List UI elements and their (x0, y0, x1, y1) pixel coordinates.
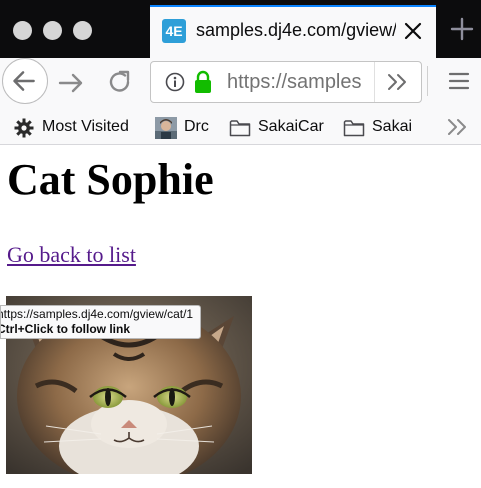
folder-icon (229, 120, 251, 137)
navigation-toolbar: https://samples (0, 58, 481, 110)
info-icon[interactable] (165, 72, 185, 92)
page-title: Cat Sophie (7, 155, 214, 204)
hamburger-menu-icon[interactable] (448, 70, 470, 92)
back-arrow-icon (13, 71, 35, 91)
forward-arrow-icon[interactable] (56, 68, 86, 98)
bookmark-folder-sakai[interactable]: Sakai (343, 117, 418, 139)
bookmark-label: Drc (184, 118, 209, 135)
site-favicon-icon: 4E (162, 19, 186, 43)
bookmark-label: Most Visited (42, 118, 129, 135)
bookmarks-bar: Most Visited Drc SakaiCar Sakai (0, 110, 481, 145)
toolbar-overflow-icon[interactable] (386, 72, 410, 92)
window-close-dot[interactable] (13, 21, 32, 40)
tooltip-hint: Ctrl+Click to follow link (0, 322, 131, 336)
tooltip-url: https://samples.dj4e.com/gview/cat/1 (0, 307, 194, 321)
tab-strip: 4E samples.dj4e.com/gview/c (0, 0, 481, 58)
url-text: https://samples (227, 71, 362, 93)
url-bar[interactable]: https://samples (150, 61, 422, 103)
active-tab[interactable]: 4E samples.dj4e.com/gview/c (150, 5, 436, 58)
url-divider (374, 62, 375, 102)
back-to-list-link[interactable]: Go back to list (7, 242, 136, 268)
bookmark-folder-sakaicar[interactable]: SakaiCar (229, 117, 329, 139)
window-minimize-dot[interactable] (43, 21, 62, 40)
folder-icon (343, 120, 365, 137)
bookmark-drc[interactable]: Drc (155, 117, 215, 139)
window-zoom-dot[interactable] (73, 21, 92, 40)
link-tooltip: https://samples.dj4e.com/gview/cat/1 Ctr… (0, 305, 201, 339)
bookmark-label: Sakai (372, 118, 413, 135)
toolbar-divider (427, 66, 428, 96)
reload-icon[interactable] (105, 67, 135, 97)
back-button[interactable] (2, 58, 48, 104)
lock-icon[interactable] (193, 70, 213, 94)
close-tab-icon[interactable] (400, 18, 426, 44)
gear-icon (14, 118, 34, 138)
bookmark-label: SakaiCar (258, 118, 324, 135)
tab-title: samples.dj4e.com/gview/c (196, 20, 396, 40)
avatar-icon (155, 117, 177, 139)
bookmark-most-visited[interactable]: Most Visited (14, 117, 140, 139)
bookmarks-overflow-icon[interactable] (447, 118, 469, 136)
new-tab-plus-icon[interactable] (447, 14, 477, 44)
